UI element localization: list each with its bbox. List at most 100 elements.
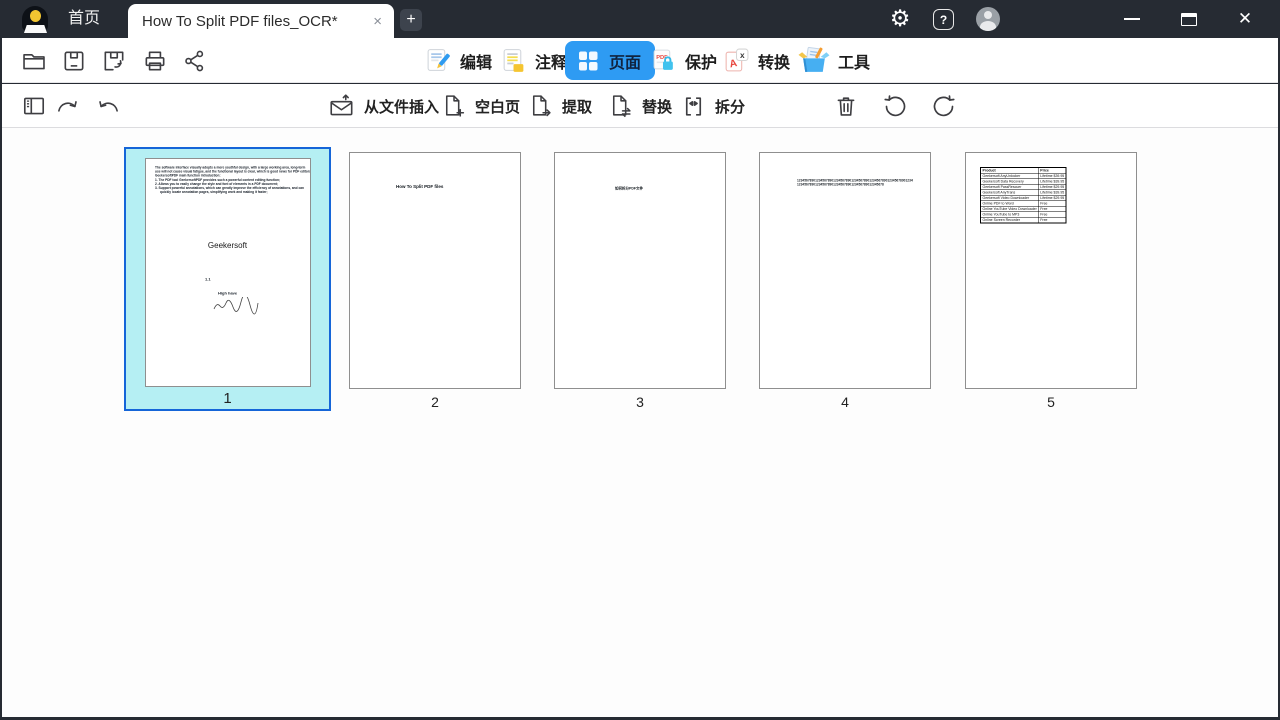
replace-label: 替换	[642, 96, 672, 117]
help-icon[interactable]: ?	[933, 9, 954, 30]
main-toolbar: 编辑 注释 页面 PDF 保护 Ax 转换 工具	[2, 38, 1278, 83]
tab-protect[interactable]: PDF 保护	[650, 38, 717, 83]
minimize-button[interactable]	[1118, 0, 1146, 38]
annotate-icon	[500, 47, 527, 74]
avatar-body	[980, 21, 996, 31]
page-thumbnail-2[interactable]: How To Split PDF files 2	[349, 152, 521, 410]
open-file-button[interactable]	[21, 48, 47, 74]
logo-face	[30, 10, 41, 22]
rotate-left-button[interactable]	[882, 93, 908, 119]
insert-from-file-icon	[328, 92, 356, 120]
home-button[interactable]: 首页	[68, 0, 100, 38]
rotate-right-button[interactable]	[930, 93, 956, 119]
side-panel-icon	[21, 93, 47, 119]
split-icon	[680, 93, 707, 120]
rotate-ccw-icon	[882, 93, 909, 120]
app-window: 首页 How To Split PDF files_OCR* × + ⚙ ? ✕	[0, 0, 1280, 720]
page-5-table: ProductPrice Geekersoft AnyUnlockerLifet…	[980, 167, 1067, 224]
trash-icon	[833, 93, 859, 119]
page-4-textblock: 1234567890123456789012345678901234567890…	[797, 179, 913, 190]
new-tab-button[interactable]: +	[400, 9, 422, 31]
blank-page-icon	[440, 93, 467, 120]
replace-icon	[607, 93, 634, 120]
share-icon	[182, 48, 208, 74]
page-1-title: Geekersoft	[146, 241, 310, 250]
thumbnail-grid: The software interface visually adopts a…	[2, 128, 1278, 717]
pages-toolbar: 从文件插入 空白页 提取 替换 拆分	[2, 84, 1278, 128]
user-avatar[interactable]	[976, 7, 1000, 31]
tab-annotate-label: 注释	[535, 49, 567, 73]
blank-page-label: 空白页	[475, 96, 520, 117]
replace-button[interactable]: 替换	[607, 84, 672, 128]
protect-icon: PDF	[650, 47, 677, 74]
page-4-label: 4	[841, 394, 849, 410]
pages-grid-icon	[575, 48, 601, 74]
page-1-preview: The software interface visually adopts a…	[145, 158, 311, 387]
page-thumbnail-3[interactable]: 如何拆分PDF文件 3	[554, 152, 726, 410]
split-label: 拆分	[715, 96, 745, 117]
settings-gear-icon[interactable]: ⚙	[886, 0, 914, 38]
titlebar: 首页 How To Split PDF files_OCR* × + ⚙ ? ✕	[0, 0, 1280, 38]
page-1-section: 1.1	[205, 277, 211, 282]
tab-tools-label: 工具	[838, 49, 870, 73]
rotate-cw-icon	[930, 93, 957, 120]
tab-pages-active[interactable]: 页面	[565, 41, 655, 80]
page-thumbnail-1[interactable]: The software interface visually adopts a…	[124, 147, 331, 411]
tab-annotate[interactable]: 注释	[500, 38, 567, 83]
page-5-label: 5	[1047, 394, 1055, 410]
page-5-preview: ProductPrice Geekersoft AnyUnlockerLifet…	[965, 152, 1137, 389]
tab-pages-label: 页面	[609, 49, 641, 73]
document-tab-title: How To Split PDF files_OCR*	[142, 13, 371, 30]
save-button[interactable]	[61, 48, 87, 74]
page-1-sig-caption: High have	[218, 291, 237, 296]
tab-tools[interactable]: 工具	[798, 38, 870, 83]
avatar-head	[984, 11, 992, 19]
maximize-button[interactable]	[1175, 0, 1203, 38]
window-close-button[interactable]: ✕	[1230, 0, 1260, 38]
page-2-preview: How To Split PDF files	[349, 152, 521, 389]
delete-page-button[interactable]	[833, 93, 859, 119]
svg-text:x: x	[740, 49, 745, 59]
page-3-label: 3	[636, 394, 644, 410]
print-button[interactable]	[142, 48, 168, 74]
page-1-label: 1	[223, 390, 231, 407]
tab-convert[interactable]: Ax 转换	[722, 38, 790, 83]
logo-laptop	[24, 25, 47, 33]
insert-from-file-button[interactable]: 从文件插入	[328, 84, 439, 128]
tools-icon	[798, 46, 830, 75]
printer-icon	[142, 48, 168, 74]
save-as-button[interactable]	[101, 48, 127, 74]
redo-button[interactable]	[54, 93, 80, 119]
page-2-heading: How To Split PDF files	[396, 184, 443, 189]
page-thumbnail-5[interactable]: ProductPrice Geekersoft AnyUnlockerLifet…	[965, 152, 1137, 410]
page-panel-button[interactable]	[21, 93, 47, 119]
page-thumbnail-4[interactable]: 1234567890123456789012345678901234567890…	[759, 152, 931, 410]
page-3-preview: 如何拆分PDF文件	[554, 152, 726, 389]
undo-button[interactable]	[96, 93, 122, 119]
page-4-preview: 1234567890123456789012345678901234567890…	[759, 152, 931, 389]
save-icon	[61, 48, 87, 74]
blank-page-button[interactable]: 空白页	[440, 84, 520, 128]
folder-icon	[21, 48, 47, 74]
extract-icon	[527, 93, 554, 120]
tab-convert-label: 转换	[758, 49, 790, 73]
tab-edit-label: 编辑	[460, 49, 492, 73]
save-as-icon	[101, 48, 127, 74]
split-button[interactable]: 拆分	[680, 84, 745, 128]
tab-protect-label: 保护	[685, 49, 717, 73]
edit-icon	[425, 47, 452, 74]
share-button[interactable]	[182, 48, 208, 74]
extract-label: 提取	[562, 96, 592, 117]
page-2-label: 2	[431, 394, 439, 410]
convert-icon: Ax	[722, 47, 750, 75]
app-logo-icon[interactable]	[20, 5, 50, 33]
insert-from-file-label: 从文件插入	[364, 96, 439, 117]
tab-close-icon[interactable]: ×	[371, 13, 384, 30]
page-3-heading: 如何拆分PDF文件	[615, 186, 643, 191]
document-tab[interactable]: How To Split PDF files_OCR* ×	[128, 4, 394, 38]
extract-button[interactable]: 提取	[527, 84, 592, 128]
page-1-paragraph: The software interface visually adopts a…	[155, 166, 310, 195]
tab-edit[interactable]: 编辑	[425, 38, 492, 83]
signature-scribble	[211, 297, 263, 315]
undo-icon	[96, 93, 122, 119]
